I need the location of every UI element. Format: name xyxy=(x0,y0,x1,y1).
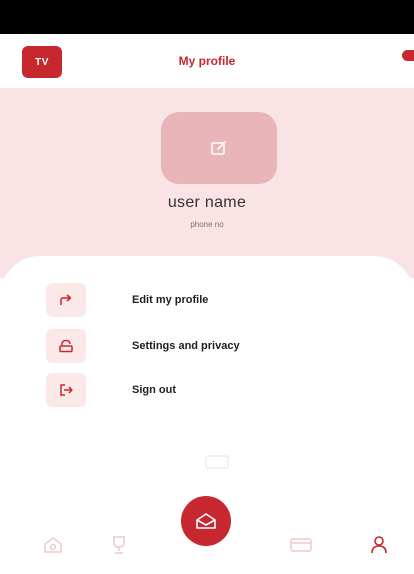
messages-fab-button[interactable] xyxy=(181,496,231,546)
phone-number: phone no xyxy=(190,220,224,229)
profile-header: user name phone no xyxy=(0,88,414,278)
menu-item-label: Edit my profile xyxy=(132,294,209,306)
edit-icon xyxy=(211,141,226,155)
nav-item-home[interactable] xyxy=(40,532,66,558)
menu-icon-box xyxy=(46,373,86,407)
avatar[interactable] xyxy=(161,112,277,184)
menu-icon-box xyxy=(46,329,86,363)
share-arrow-icon xyxy=(60,294,72,305)
nav-item-trophy[interactable] xyxy=(106,532,132,558)
menu-item-edit-profile[interactable]: Edit my profile xyxy=(46,282,376,318)
envelope-icon xyxy=(196,513,216,529)
username: user name xyxy=(167,194,247,211)
home-icon xyxy=(44,537,62,553)
lock-icon xyxy=(59,339,73,353)
menu-item-label: Settings and privacy xyxy=(132,340,240,352)
trophy-icon xyxy=(113,536,125,554)
menu-item-sign-out[interactable]: Sign out xyxy=(46,372,376,408)
sign-out-icon xyxy=(60,384,73,396)
nav-item-card[interactable] xyxy=(288,532,314,558)
menu-item-label: Sign out xyxy=(132,384,176,396)
app-header: TV My profile xyxy=(0,34,414,88)
header-toggle[interactable] xyxy=(402,50,414,61)
page-title: My profile xyxy=(178,54,236,68)
user-icon xyxy=(371,536,387,554)
chat-icon xyxy=(205,455,229,469)
menu-sheet: Edit my profile Settings and privacy Sig… xyxy=(0,256,414,520)
status-bar xyxy=(0,0,414,34)
menu-icon-box xyxy=(46,283,86,317)
menu-item-settings-privacy[interactable]: Settings and privacy xyxy=(46,328,376,364)
nav-item-profile[interactable] xyxy=(366,532,392,558)
card-icon xyxy=(290,538,312,552)
